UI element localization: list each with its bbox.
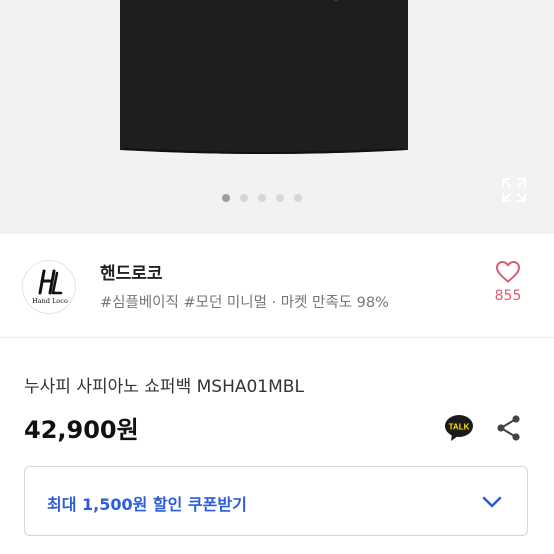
seller-name[interactable]: 핸드로코 [100, 259, 163, 284]
carousel-dot-1[interactable] [222, 194, 230, 202]
seller-logo[interactable]: Hand Loco [22, 260, 76, 314]
carousel-dot-4[interactable] [276, 194, 284, 202]
hand-loco-logo: Hand Loco [32, 269, 68, 305]
kakao-talk-icon[interactable]: TALK [444, 414, 474, 442]
carousel-dot-5[interactable] [294, 194, 302, 202]
svg-text:Hand Loco: Hand Loco [32, 297, 68, 305]
carousel-dot-2[interactable] [240, 194, 248, 202]
expand-icon[interactable] [500, 176, 528, 204]
coupon-button[interactable]: 최대 1,500원 할인 쿠폰받기 [24, 466, 528, 536]
seller-tags: #심플베이직 #모던 미니멀 · 마켓 만족도 98% [100, 295, 389, 311]
svg-text:TALK: TALK [449, 423, 470, 432]
coupon-label: 최대 1,500원 할인 쿠폰받기 [47, 495, 247, 514]
like-button[interactable]: 855 [488, 260, 528, 310]
product-price: 42,900원 [24, 416, 139, 444]
product-name: 누사피 사피아노 쇼퍼백 MSHA01MBL [24, 377, 304, 397]
carousel-dots [222, 194, 302, 202]
share-icon[interactable] [496, 414, 522, 442]
carousel-dot-3[interactable] [258, 194, 266, 202]
like-count: 855 [494, 288, 522, 304]
chevron-down-icon [482, 496, 502, 508]
product-photo [120, 0, 408, 154]
seller-info[interactable]: Hand Loco 핸드로코 #심플베이직 #모던 미니멀 · 마켓 만족도 9… [0, 234, 554, 338]
heart-outline-icon [495, 260, 521, 283]
product-image-carousel[interactable] [0, 0, 554, 234]
